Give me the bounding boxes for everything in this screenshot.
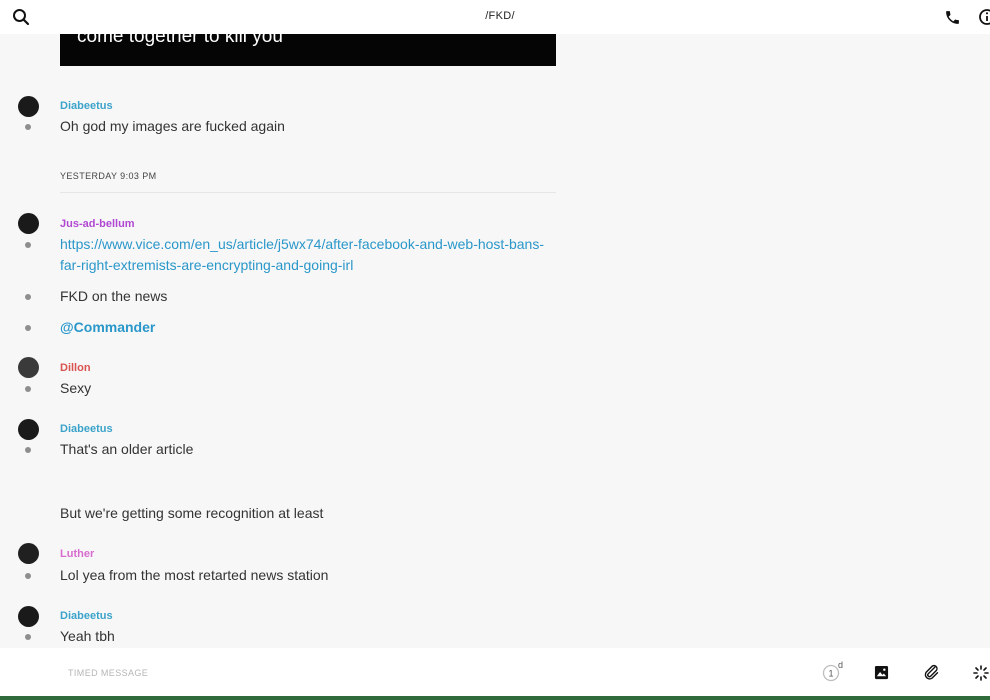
conversation-title: /FKD/ (485, 10, 515, 22)
avatar[interactable] (18, 419, 39, 440)
message-author[interactable]: Dillon (60, 362, 91, 374)
message-author[interactable]: Diabeetus (60, 100, 113, 112)
shared-image[interactable]: come together to kill you (60, 34, 556, 66)
status-dot (25, 573, 31, 579)
message-link[interactable]: https://www.vice.com/en_us/article/j5wx7… (60, 234, 550, 276)
top-bar: /FKD/ (0, 0, 990, 34)
spark-icon[interactable] (973, 665, 989, 681)
status-dot (25, 294, 31, 300)
message-text: But we're getting some recognition at le… (60, 505, 324, 521)
image-icon[interactable] (874, 665, 889, 680)
message-text: Lol yea from the most retarted news stat… (60, 567, 329, 583)
status-dot (25, 386, 31, 392)
info-icon[interactable] (978, 8, 990, 26)
message-author[interactable]: Diabeetus (60, 610, 113, 622)
message-feed[interactable]: come together to kill you Diabeetus Oh g… (0, 34, 990, 648)
message-text: Sexy (60, 380, 92, 396)
avatar[interactable] (18, 357, 39, 378)
status-dot (25, 124, 31, 130)
timer-unit: d (838, 660, 844, 670)
message-text: That's an older article (60, 441, 194, 457)
avatar[interactable] (18, 96, 39, 117)
divider (60, 192, 556, 193)
message-input[interactable]: TIMED MESSAGE (68, 668, 148, 678)
status-dot (25, 242, 31, 248)
message-text: Yeah tbh (60, 628, 115, 644)
message-author[interactable]: Luther (60, 548, 94, 560)
status-dot (25, 447, 31, 453)
message-author[interactable]: Jus-ad-bellum (60, 218, 135, 230)
message-author[interactable]: Diabeetus (60, 423, 113, 435)
status-dot (25, 634, 31, 640)
day-separator: YESTERDAY 9:03 PM (60, 171, 157, 181)
message-text: Oh god my images are fucked again (60, 118, 285, 134)
avatar[interactable] (18, 606, 39, 627)
avatar[interactable] (18, 543, 39, 564)
avatar[interactable] (18, 213, 39, 234)
user-mention[interactable]: @Commander (60, 317, 155, 338)
timer-value: 1 (828, 669, 833, 679)
image-caption: come together to kill you (77, 34, 283, 47)
status-dot (25, 325, 31, 331)
window-edge (0, 696, 990, 700)
paperclip-icon[interactable] (923, 664, 939, 680)
composer-bar: TIMED MESSAGE 1 d (0, 648, 990, 700)
phone-icon[interactable] (944, 9, 961, 26)
message-text: FKD on the news (60, 288, 168, 304)
